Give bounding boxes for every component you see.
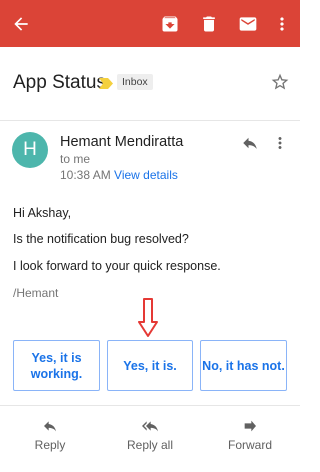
subject-divider <box>0 120 300 121</box>
reply-all-action[interactable]: Reply all <box>100 406 200 472</box>
reply-label: Reply <box>34 438 66 452</box>
avatar[interactable]: H <box>12 132 48 168</box>
sender-name: Hemant Mendiratta <box>60 134 184 150</box>
reply-all-icon <box>139 418 161 439</box>
inbox-label[interactable]: Inbox <box>117 74 153 90</box>
smart-reply-button[interactable]: Yes, it is working. <box>13 340 100 391</box>
subject-row: App Status Inbox <box>0 47 300 120</box>
email-body-line: Hi Akshay, <box>13 206 72 220</box>
archive-icon[interactable] <box>157 11 183 37</box>
bottom-action-bar: Reply Reply all Forward <box>0 405 300 472</box>
message-more-icon[interactable] <box>274 134 286 157</box>
more-vert-icon[interactable] <box>269 11 295 37</box>
email-signature: /Hemant <box>13 286 59 300</box>
recipient-text: to me <box>60 152 91 166</box>
delete-icon[interactable] <box>196 11 222 37</box>
importance-marker-icon[interactable] <box>99 76 113 94</box>
reply-action[interactable]: Reply <box>0 406 100 472</box>
star-icon[interactable] <box>270 72 290 97</box>
smart-reply-button[interactable]: No, it has not. <box>200 340 287 391</box>
reply-icon[interactable] <box>240 134 260 157</box>
reply-all-label: Reply all <box>126 438 174 452</box>
annotation-arrow-icon <box>138 298 158 343</box>
time-row: 10:38 AM View details <box>60 168 178 182</box>
forward-icon <box>241 418 259 439</box>
view-details-link[interactable]: View details <box>114 168 178 182</box>
forward-label: Forward <box>227 438 272 452</box>
back-arrow-icon[interactable] <box>8 11 34 37</box>
email-time: 10:38 AM <box>60 168 111 182</box>
mail-icon[interactable] <box>235 11 261 37</box>
email-subject: App Status <box>13 72 106 93</box>
smart-reply-button[interactable]: Yes, it is. <box>107 340 193 391</box>
forward-action[interactable]: Forward <box>200 406 300 472</box>
email-body-line: I look forward to your quick response. <box>13 259 221 273</box>
email-body-line: Is the notification bug resolved? <box>13 232 189 246</box>
app-bar <box>0 0 300 47</box>
reply-icon <box>41 418 59 439</box>
